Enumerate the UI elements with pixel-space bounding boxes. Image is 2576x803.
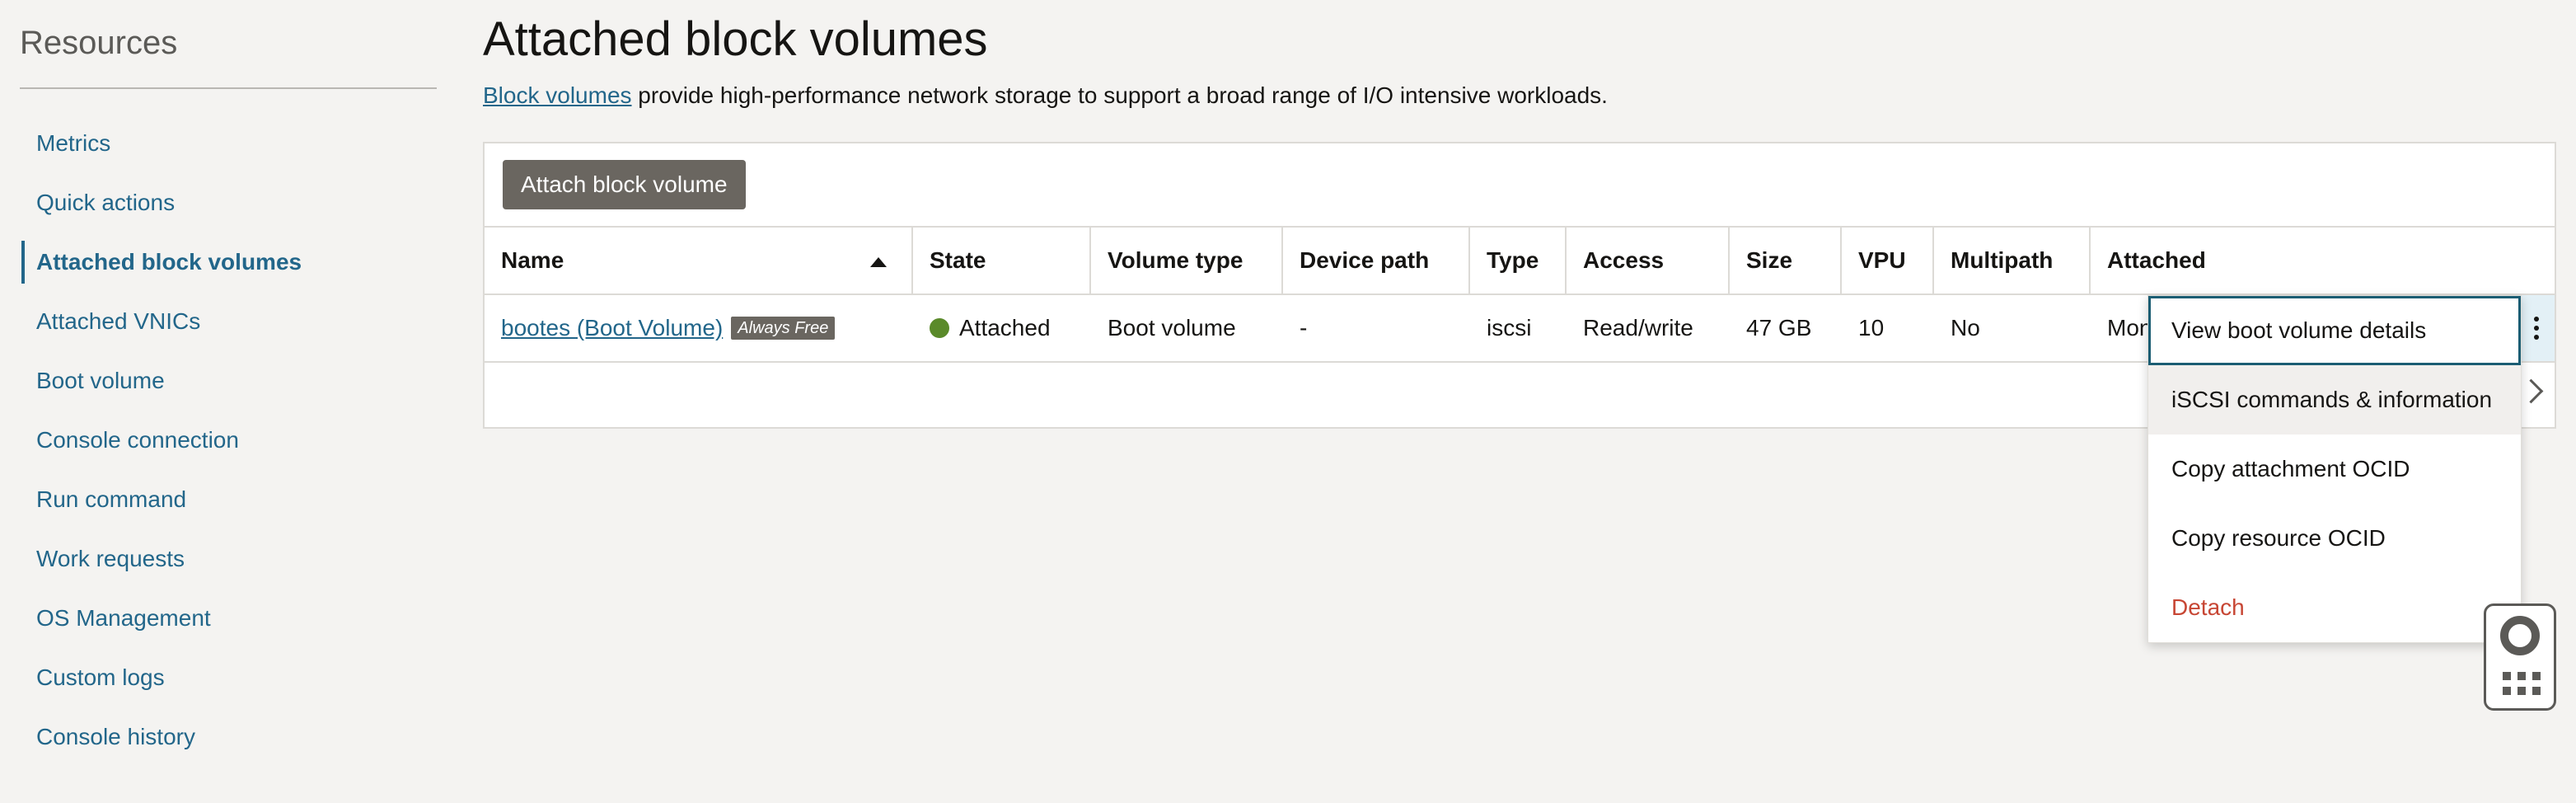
- column-header-volume-type[interactable]: Volume type: [1091, 228, 1283, 293]
- column-header-type[interactable]: Type: [1470, 228, 1567, 293]
- volume-name-link[interactable]: bootes (Boot Volume): [501, 315, 723, 341]
- resources-title: Resources: [20, 25, 178, 61]
- column-header-multipath[interactable]: Multipath: [1934, 228, 2091, 293]
- state-label: Attached: [959, 315, 1051, 340]
- cell-type: iscsi: [1487, 315, 1532, 340]
- cell-multipath: No: [1951, 315, 1980, 340]
- column-header-state[interactable]: State: [913, 228, 1091, 293]
- menu-item-iscsi-commands[interactable]: iSCSI commands & information: [2148, 365, 2521, 434]
- sidebar-item-quick-actions[interactable]: Quick actions: [0, 181, 461, 241]
- sidebar-item-boot-volume[interactable]: Boot volume: [0, 359, 461, 419]
- cell-name: bootes (Boot Volume) Always Free: [485, 295, 913, 361]
- sidebar-item-custom-logs[interactable]: Custom logs: [0, 656, 461, 716]
- cell-access: Read/write: [1583, 315, 1693, 340]
- column-header-size[interactable]: Size: [1730, 228, 1842, 293]
- apps-grid-icon[interactable]: [2503, 672, 2541, 697]
- column-header-attached[interactable]: Attached: [2091, 228, 2556, 293]
- sidebar-item-metrics[interactable]: Metrics: [0, 122, 461, 181]
- chevron-right-icon[interactable]: [2518, 378, 2544, 404]
- sidebar-item-attached-vnics[interactable]: Attached VNICs: [0, 300, 461, 359]
- column-header-device-path[interactable]: Device path: [1283, 228, 1470, 293]
- cell-vpu: 10: [1858, 315, 1885, 340]
- resources-divider: [20, 87, 437, 89]
- menu-item-copy-attachment-ocid[interactable]: Copy attachment OCID: [2148, 434, 2521, 504]
- menu-item-copy-resource-ocid[interactable]: Copy resource OCID: [2148, 504, 2521, 573]
- table-header-row: Name State Volume type Device path Type …: [485, 226, 2555, 295]
- sidebar-item-run-command[interactable]: Run command: [0, 478, 461, 538]
- sidebar-item-console-connection[interactable]: Console connection: [0, 419, 461, 478]
- cell-device-path: -: [1300, 315, 1308, 340]
- lifebuoy-icon[interactable]: [2500, 616, 2540, 655]
- page-title: Attached block volumes: [483, 12, 988, 66]
- menu-item-detach[interactable]: Detach: [2148, 573, 2521, 642]
- column-header-name[interactable]: Name: [485, 228, 913, 293]
- menu-item-view-boot-volume-details[interactable]: View boot volume details: [2148, 296, 2521, 365]
- always-free-badge: Always Free: [731, 317, 836, 340]
- sidebar-item-os-management[interactable]: OS Management: [0, 597, 461, 656]
- resources-sidebar: Resources Metrics Quick actions Attached…: [0, 0, 461, 803]
- cell-state: Attached: [913, 295, 1091, 361]
- help-widget[interactable]: [2484, 603, 2556, 711]
- column-header-access[interactable]: Access: [1567, 228, 1730, 293]
- status-dot-icon: [930, 318, 949, 338]
- sidebar-item-console-history[interactable]: Console history: [0, 716, 461, 775]
- resources-nav: Metrics Quick actions Attached block vol…: [0, 122, 461, 775]
- page-description: Block volumes provide high-performance n…: [483, 82, 1608, 109]
- column-header-vpu[interactable]: VPU: [1842, 228, 1934, 293]
- kebab-menu-icon[interactable]: [2518, 295, 2555, 361]
- attach-block-volume-button[interactable]: Attach block volume: [503, 160, 746, 209]
- description-text: provide high-performance network storage…: [631, 82, 1608, 108]
- column-header-label: Name: [501, 247, 564, 273]
- sidebar-item-work-requests[interactable]: Work requests: [0, 538, 461, 597]
- sort-ascending-icon[interactable]: [870, 257, 887, 267]
- block-volumes-link[interactable]: Block volumes: [483, 82, 632, 108]
- cell-size: 47 GB: [1746, 315, 1812, 340]
- cell-volume-type: Boot volume: [1108, 315, 1236, 340]
- sidebar-item-attached-block-volumes[interactable]: Attached block volumes: [0, 241, 461, 300]
- row-actions-menu: View boot volume details iSCSI commands …: [2147, 295, 2522, 643]
